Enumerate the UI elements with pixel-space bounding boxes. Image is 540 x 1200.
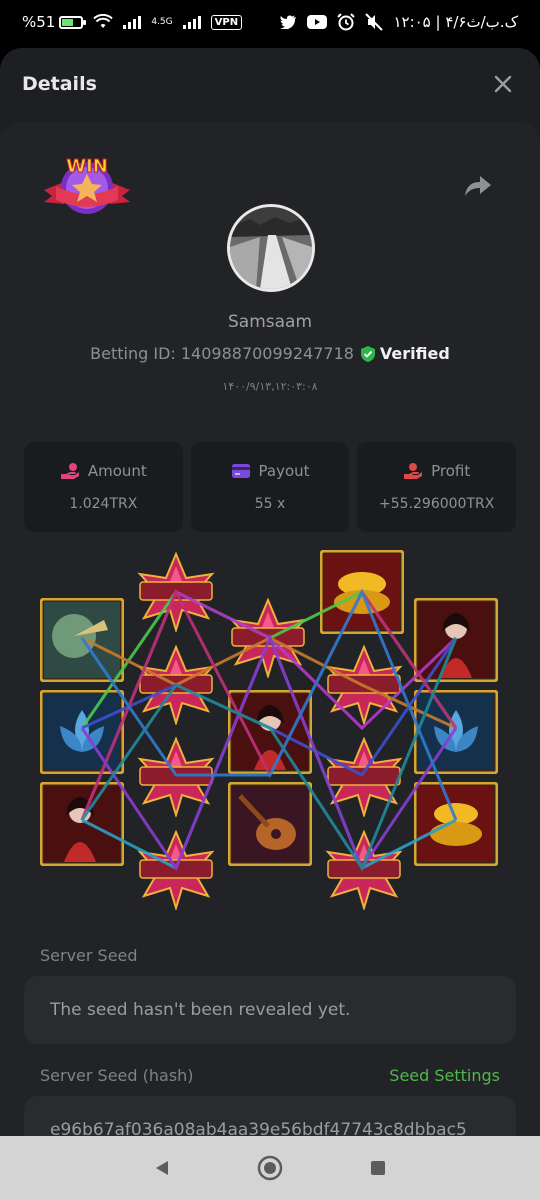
bet-date: ۱۴۰۰/۹/۱۳,۱۲:۰۳:۰۸ — [222, 380, 318, 393]
back-icon[interactable] — [153, 1159, 171, 1177]
stat-payout-label: Payout — [258, 462, 310, 480]
server-seed-field: The seed hasn't been revealed yet. — [24, 976, 516, 1044]
avatar-image — [230, 207, 312, 289]
network-type: 4.5G — [151, 16, 173, 27]
status-left: %51 4.5G VPN — [22, 13, 243, 31]
win-badge-icon: WIN — [44, 156, 130, 214]
signal-icon-2 — [182, 15, 201, 29]
status-bar: %51 4.5G VPN ۱۲:۰۵ | ۴/۶ک.ب/ث — [0, 0, 540, 44]
symbol-lady — [40, 782, 124, 866]
server-seed-hash-label: Server Seed (hash) — [40, 1066, 194, 1085]
sheet-header: Details — [0, 48, 540, 120]
card-icon — [231, 464, 250, 478]
profit-hand-icon — [404, 463, 423, 479]
verified-label: Verified — [379, 344, 450, 363]
status-right: ۱۲:۰۵ | ۴/۶ک.ب/ث — [280, 13, 518, 31]
clock-text: ۱۲:۰۵ | ۴/۶ک.ب/ث — [393, 13, 518, 31]
bet-details-card: WIN Samsaam Betting ID: 1409887009924771… — [0, 122, 540, 1136]
shield-check-icon — [360, 345, 375, 362]
symbol-gold — [414, 782, 498, 866]
vpn-badge: VPN — [210, 14, 243, 30]
stats-row: Amount 1.024TRX Payout 55 x Profit +55.2… — [24, 442, 517, 532]
seed-settings-link[interactable]: Seed Settings — [389, 1066, 500, 1085]
server-seed-hash-field[interactable]: e96b67af036a08ab4aa39e56bdf47743c8dbbac5 — [24, 1096, 516, 1136]
stat-payout-value: 55 x — [254, 496, 286, 512]
battery-indicator: %51 — [22, 13, 87, 31]
slot-reels — [40, 550, 498, 909]
coin-hand-icon — [60, 463, 79, 479]
symbol-pipa — [228, 782, 312, 866]
win-badge-text: WIN — [66, 156, 108, 177]
battery-icon — [59, 15, 87, 29]
wifi-icon — [93, 14, 114, 28]
share-button[interactable] — [464, 174, 492, 198]
twitter-icon — [280, 15, 297, 29]
page-title: Details — [22, 73, 97, 95]
system-nav-bar — [0, 1136, 540, 1200]
home-icon[interactable] — [257, 1155, 283, 1181]
stat-payout: Payout 55 x — [190, 442, 350, 532]
close-icon — [494, 75, 512, 93]
battery-percent: %51 — [22, 13, 56, 31]
verified-badge: Verified — [360, 344, 450, 363]
stat-profit-value: +55.296000TRX — [379, 496, 495, 512]
symbol-lotus — [414, 690, 498, 774]
stat-amount-label: Amount — [87, 462, 147, 480]
symbol-wild — [327, 831, 401, 909]
stat-profit: Profit +55.296000TRX — [357, 442, 517, 532]
alarm-icon — [337, 13, 356, 31]
recents-icon[interactable] — [369, 1159, 387, 1177]
stat-profit-label: Profit — [431, 462, 471, 480]
username: Samsaam — [227, 312, 313, 332]
close-button[interactable] — [488, 69, 518, 99]
server-seed-label: Server Seed — [40, 946, 138, 965]
stat-amount: Amount 1.024TRX — [24, 442, 183, 532]
signal-icon — [123, 15, 142, 29]
mute-icon — [365, 13, 384, 31]
betting-id-row: Betting ID: 14098870099247718 Verified — [0, 344, 540, 363]
avatar — [227, 204, 315, 292]
details-sheet: Details WIN Samsaam Betting ID: 14098870… — [0, 48, 540, 1136]
symbol-lotus — [40, 690, 124, 774]
symbol-lady — [228, 690, 312, 774]
youtube-icon — [307, 15, 328, 29]
betting-id: Betting ID: 14098870099247718 — [90, 344, 354, 363]
stat-amount-value: 1.024TRX — [69, 496, 138, 512]
